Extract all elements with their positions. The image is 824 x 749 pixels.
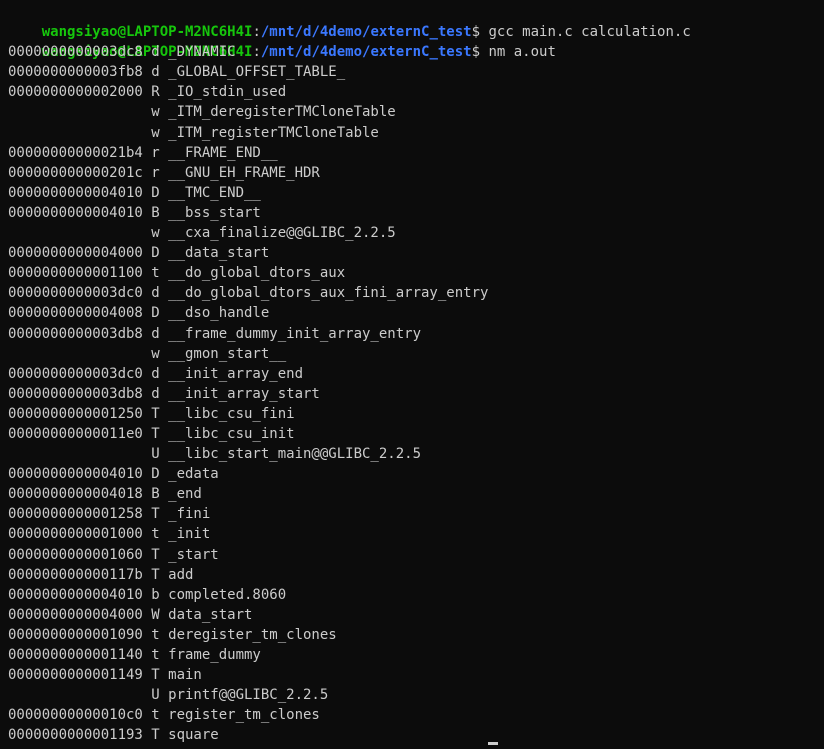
output-line: 0000000000003dc0 d __init_array_end xyxy=(8,365,304,382)
output-line: 00000000000011e0 T __libc_csu_init xyxy=(8,425,295,442)
output-line: w _ITM_registerTMCloneTable xyxy=(8,124,379,141)
output-line: 0000000000001140 t frame_dummy xyxy=(8,647,261,663)
output-line: 00000000000010c0 t register_tm_clones xyxy=(8,707,320,724)
output-line: 0000000000003db8 d __init_array_start xyxy=(8,385,320,402)
output-line: 0000000000002000 R _IO_stdin_used xyxy=(8,84,287,101)
output-line: w _ITM_deregisterTMCloneTable xyxy=(8,104,396,121)
prompt-dollar: $ xyxy=(471,44,481,61)
output-line: 0000000000004010 b completed.8060 xyxy=(8,586,287,603)
output-line: 0000000000001060 T _start xyxy=(8,546,219,563)
output-line: 0000000000004000 W data_start xyxy=(8,606,253,623)
output-line: 000000000000117b T add xyxy=(8,566,194,583)
output-line: 000000000000201c r __GNU_EH_FRAME_HDR xyxy=(8,164,320,181)
output-line: 0000000000004010 B __bss_start xyxy=(8,204,261,221)
output-line: 0000000000004010 D _edata xyxy=(8,466,219,483)
prompt-user-host: wangsiyao@LAPTOP-M2NC6H4I xyxy=(41,24,253,40)
command-line: wangsiyao@LAPTOP-M2NC6H4I:/mnt/d/4demo/e… xyxy=(8,2,822,40)
output-line: 0000000000001149 T main xyxy=(8,667,202,684)
output-line: U printf@@GLIBC_2.2.5 xyxy=(8,687,329,704)
output-line: 0000000000001100 t __do_global_dtors_aux xyxy=(8,265,346,282)
prompt-separator: : xyxy=(252,44,261,61)
output-line: 0000000000004008 D __dso_handle xyxy=(8,305,270,322)
output-line: 0000000000004018 B _end xyxy=(8,486,202,503)
prompt-separator: : xyxy=(252,24,261,40)
output-line: 0000000000004010 D __TMC_END__ xyxy=(8,184,261,201)
output-line: 0000000000003dc0 d __do_global_dtors_aux… xyxy=(8,285,489,302)
output-line: U __libc_start_main@@GLIBC_2.2.5 xyxy=(8,446,422,463)
prompt-dollar: $ xyxy=(471,24,481,40)
output-line: 0000000000001000 t _init xyxy=(8,526,211,543)
output-line: 0000000000001193 T square xyxy=(8,727,219,744)
output-line: w __cxa_finalize@@GLIBC_2.2.5 xyxy=(8,225,396,242)
output-line: 0000000000004000 D __data_start xyxy=(8,245,270,262)
nm-output: 0000000000003dc8 d _DYNAMIC 0000000000003… xyxy=(8,42,822,745)
output-line: w __gmon_start__ xyxy=(8,345,287,362)
terminal-cursor xyxy=(488,742,498,745)
output-line: 0000000000001258 T _fini xyxy=(8,506,211,523)
command-text: gcc main.c calculation.c xyxy=(480,24,691,40)
prompt-path: /mnt/d/4demo/externC_test xyxy=(260,44,472,61)
output-line: 0000000000003db8 d __frame_dummy_init_ar… xyxy=(8,325,422,342)
output-line: 0000000000001090 t deregister_tm_clones xyxy=(8,626,337,643)
output-line: 0000000000003fb8 d _GLOBAL_OFFSET_TABLE_ xyxy=(8,64,346,81)
output-line: 0000000000001250 T __libc_csu_fini xyxy=(8,405,295,422)
command-text: nm a.out xyxy=(480,44,556,61)
terminal-window[interactable]: wangsiyao@LAPTOP-M2NC6H4I:/mnt/d/4demo/e… xyxy=(2,2,822,747)
output-line: 00000000000021b4 r __FRAME_END__ xyxy=(8,144,278,161)
prompt-path: /mnt/d/4demo/externC_test xyxy=(260,24,472,40)
